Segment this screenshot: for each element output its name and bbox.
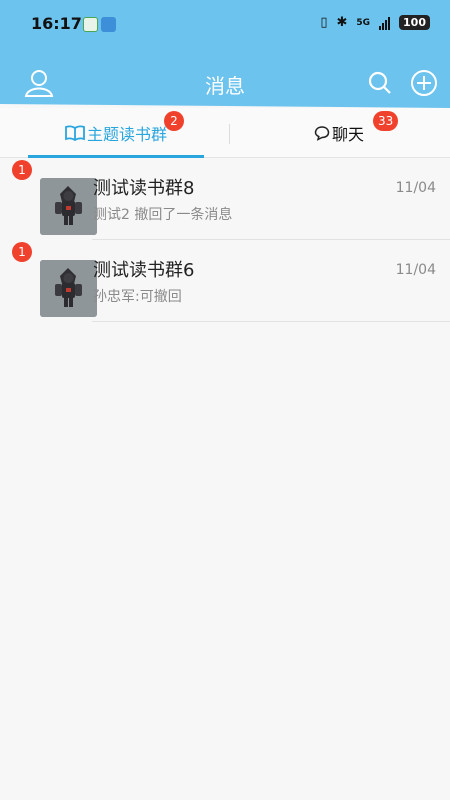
tab-chat[interactable]: 聊天 33 [228, 108, 450, 158]
signal-icon [379, 16, 391, 30]
tab-reading-groups[interactable]: 主题读书群 2 [28, 108, 204, 158]
tab-label: 聊天 [331, 125, 364, 144]
last-message: 孙忠军:可撤回 [93, 289, 182, 305]
unread-badge: 33 [373, 111, 399, 131]
conversation-list: 1 测试读书群8 测试2 撤回了一条消息 11/04 1 测试读书群6 孙忠军:… [0, 158, 450, 322]
nav-bar: 消息 [0, 58, 450, 108]
status-time: 16:17 [31, 14, 82, 33]
list-item[interactable]: 1 测试读书群8 测试2 撤回了一条消息 11/04 [0, 158, 450, 240]
app-notification-icon [83, 17, 98, 32]
chat-bubble-icon [314, 126, 330, 141]
avatar-image [40, 178, 97, 235]
timestamp: 11/04 [395, 262, 436, 278]
book-icon [65, 125, 85, 141]
conversation-title: 测试读书群6 [93, 260, 195, 281]
last-message: 测试2 撤回了一条消息 [93, 207, 233, 223]
unread-badge: 2 [164, 111, 184, 131]
timestamp: 11/04 [395, 180, 436, 196]
divider [92, 321, 450, 322]
vibrate-icon: ▯ [320, 15, 328, 30]
network-type: 5G [356, 17, 371, 28]
avatar-image [40, 260, 97, 317]
search-icon[interactable] [363, 66, 397, 100]
avatar: 1 [12, 160, 97, 235]
plus-circle-icon[interactable] [407, 66, 441, 100]
status-indicators: ▯ ✱ 5G 100 [320, 15, 430, 30]
app-notification-icon [101, 17, 116, 32]
tab-bar: 主题读书群 2 聊天 33 [0, 108, 450, 158]
status-bar: 16:17 ▯ ✱ 5G 100 [0, 0, 450, 58]
avatar: 1 [12, 242, 97, 317]
conversation-title: 测试读书群8 [93, 178, 195, 199]
tab-label: 主题读书群 [86, 125, 167, 144]
unread-badge: 1 [12, 242, 32, 262]
unread-badge: 1 [12, 160, 32, 180]
bluetooth-icon: ✱ [336, 15, 348, 30]
list-item[interactable]: 1 测试读书群6 孙忠军:可撤回 11/04 [0, 240, 450, 322]
battery-indicator: 100 [399, 15, 430, 30]
